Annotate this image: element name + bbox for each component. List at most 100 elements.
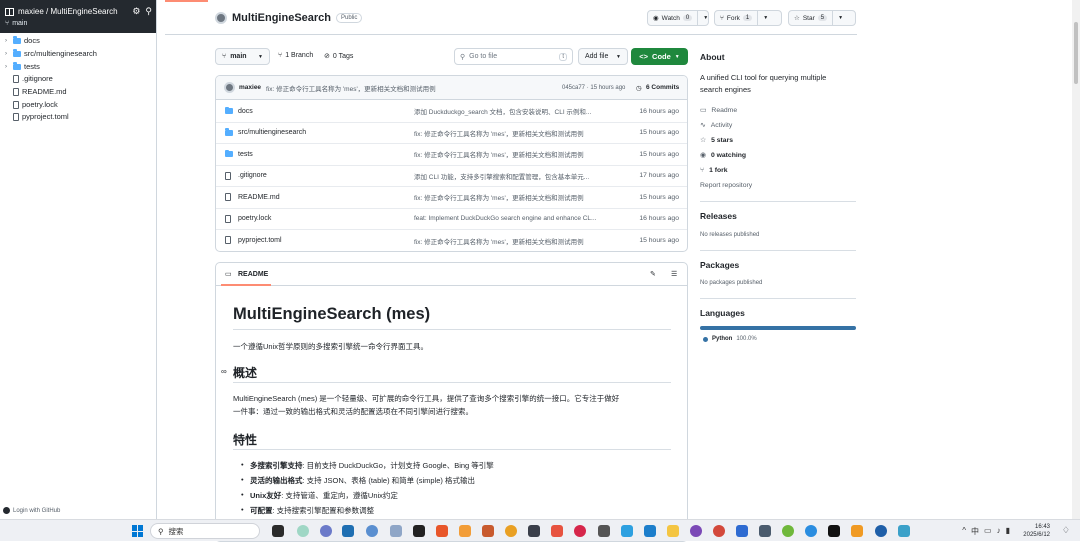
app-icon[interactable]: [898, 525, 910, 537]
app-icon[interactable]: [459, 525, 471, 537]
readme-tab[interactable]: README: [238, 271, 268, 278]
app-icon[interactable]: [574, 525, 586, 537]
branch-select[interactable]: ⑂ main ▼: [215, 48, 270, 65]
network-icon[interactable]: ▭: [984, 526, 992, 537]
file-commit-message[interactable]: fix: 修正命令行工具名称为 'mes'，更新相关文档和测试用例: [414, 149, 614, 159]
windows-start-icon[interactable]: [132, 525, 144, 537]
chevron-down-icon[interactable]: ▼: [832, 11, 848, 25]
file-name[interactable]: docs: [238, 108, 253, 115]
avatar[interactable]: [224, 82, 235, 93]
app-icon[interactable]: [875, 525, 887, 537]
edit-icon[interactable]: ✎: [650, 270, 656, 278]
table-row[interactable]: docs 添加 Duckduckgo_search 文档，包含安装说明、CLI …: [216, 101, 687, 123]
chevron-down-icon[interactable]: ▼: [757, 11, 773, 25]
notification-icon[interactable]: ♢: [1062, 525, 1070, 536]
tree-item-pyproject[interactable]: pyproject.toml: [5, 112, 69, 121]
taskbar-search[interactable]: ⚲ 搜索: [150, 523, 260, 539]
login-link[interactable]: Login with GitHub: [3, 507, 60, 514]
report-repository-link[interactable]: Report repository: [700, 182, 752, 189]
clock[interactable]: 16:43 2025/6/12: [1023, 523, 1050, 539]
branches-link[interactable]: ⑂ 1 Branch: [278, 52, 313, 59]
app-icon[interactable]: [551, 525, 563, 537]
chevron-down-icon[interactable]: ▼: [697, 11, 713, 25]
file-commit-message[interactable]: fix: 修正命令行工具名称为 'mes'，更新相关文档和测试用例: [414, 192, 614, 202]
avatar[interactable]: [215, 12, 227, 24]
releases-heading[interactable]: Releases: [700, 211, 737, 221]
file-commit-message[interactable]: 添加 CLI 功能，支持多引擎搜索和配置管理，包含基本单元...: [414, 171, 614, 181]
app-icon[interactable]: [713, 525, 725, 537]
app-icon[interactable]: [366, 525, 378, 537]
file-commit-message[interactable]: fix: 修正命令行工具名称为 'mes'，更新相关文档和测试用例: [414, 128, 614, 138]
file-name[interactable]: .gitignore: [238, 172, 267, 179]
commits-link[interactable]: 6 Commits: [646, 84, 679, 91]
sidebar-branch[interactable]: ⑂ main: [5, 20, 27, 27]
table-row[interactable]: README.md fix: 修正命令行工具名称为 'mes'，更新相关文档和测…: [216, 187, 687, 209]
input-method-icon[interactable]: 中: [971, 526, 979, 537]
app-icon[interactable]: [320, 525, 332, 537]
tree-item-readme[interactable]: README.md: [5, 87, 67, 96]
commit-message[interactable]: fix: 修正命令行工具名称为 'mes'，更新相关文档和测试用例: [266, 83, 436, 93]
app-icon[interactable]: [528, 525, 540, 537]
file-name[interactable]: poetry.lock: [238, 215, 271, 222]
go-to-file-input[interactable]: ⚲ Go to file t: [454, 48, 573, 65]
add-file-button[interactable]: Add file ▼: [578, 48, 628, 65]
app-icon[interactable]: [851, 525, 863, 537]
app-icon[interactable]: [342, 525, 354, 537]
app-icon[interactable]: [782, 525, 794, 537]
table-row[interactable]: pyproject.toml fix: 修正命令行工具名称为 'mes'，更新相…: [216, 230, 687, 251]
commit-author[interactable]: maxiee: [239, 84, 261, 91]
app-icon[interactable]: [482, 525, 494, 537]
tree-item-src[interactable]: › src/multienginesearch: [5, 49, 97, 58]
chevron-up-icon[interactable]: ^: [962, 526, 966, 537]
battery-icon[interactable]: ▮: [1006, 526, 1010, 537]
watch-button[interactable]: ◉ Watch 0 ▼: [647, 10, 709, 26]
table-row[interactable]: tests fix: 修正命令行工具名称为 'mes'，更新相关文档和测试用例 …: [216, 144, 687, 166]
sidebar-repo[interactable]: maxiee / MultiEngineSearch: [5, 7, 118, 16]
outline-icon[interactable]: ☰: [671, 270, 677, 278]
app-icon[interactable]: [621, 525, 633, 537]
taskview-icon[interactable]: [272, 525, 284, 537]
link-icon[interactable]: ∞: [221, 367, 227, 376]
table-row[interactable]: poetry.lock feat: Implement DuckDuckGo s…: [216, 209, 687, 230]
volume-icon[interactable]: ♪: [997, 526, 1001, 537]
star-button[interactable]: ☆ Star 5 ▼: [788, 10, 856, 26]
readme-link[interactable]: ▭ Readme: [700, 106, 737, 115]
activity-link[interactable]: ∿ Activity: [700, 121, 732, 130]
tree-item-gitignore[interactable]: .gitignore: [5, 74, 53, 83]
code-button[interactable]: <> Code ▼: [631, 48, 688, 65]
app-icon[interactable]: [644, 525, 656, 537]
table-row[interactable]: .gitignore 添加 CLI 功能，支持多引擎搜索和配置管理，包含基本单元…: [216, 166, 687, 187]
file-name[interactable]: tests: [238, 151, 253, 158]
file-commit-message[interactable]: 添加 Duckduckgo_search 文档，包含安装说明、CLI 示例和..…: [414, 106, 614, 116]
tree-item-docs[interactable]: › docs: [5, 36, 40, 45]
browser-icon[interactable]: [505, 525, 517, 537]
forks-link[interactable]: ⑂ 1 fork: [700, 167, 728, 174]
watching-link[interactable]: ◉ 0 watching: [700, 151, 746, 160]
app-icon[interactable]: [736, 525, 748, 537]
app-icon[interactable]: [297, 525, 309, 537]
app-icon[interactable]: [759, 525, 771, 537]
scrollbar-thumb[interactable]: [1074, 22, 1078, 84]
app-icon[interactable]: [598, 525, 610, 537]
pin-icon[interactable]: ⚲: [145, 6, 152, 17]
app-icon[interactable]: [828, 525, 840, 537]
commit-hash-time[interactable]: 045ca77 · 15 hours ago: [562, 85, 625, 91]
tree-item-poetry-lock[interactable]: poetry.lock: [5, 100, 58, 109]
app-icon[interactable]: [390, 525, 402, 537]
app-icon[interactable]: [805, 525, 817, 537]
fork-button[interactable]: ⑂ Fork 1 ▼: [714, 10, 782, 26]
tree-item-tests[interactable]: › tests: [5, 62, 40, 71]
table-row[interactable]: src/multienginesearch fix: 修正命令行工具名称为 'm…: [216, 123, 687, 144]
stars-link[interactable]: ☆ 5 stars: [700, 136, 733, 145]
repo-name[interactable]: MultiEngineSearch: [232, 12, 331, 24]
app-icon[interactable]: [690, 525, 702, 537]
folder-icon[interactable]: [667, 525, 679, 537]
tags-link[interactable]: ⊘ 0 Tags: [324, 52, 353, 61]
app-icon[interactable]: [413, 525, 425, 537]
settings-icon[interactable]: ⚙: [132, 6, 140, 17]
file-name[interactable]: README.md: [238, 194, 280, 201]
file-name[interactable]: src/multienginesearch: [238, 129, 306, 136]
packages-heading[interactable]: Packages: [700, 260, 739, 270]
file-commit-message[interactable]: fix: 修正命令行工具名称为 'mes'，更新相关文档和测试用例: [414, 236, 614, 246]
language-item[interactable]: Python 100.0%: [703, 336, 757, 342]
